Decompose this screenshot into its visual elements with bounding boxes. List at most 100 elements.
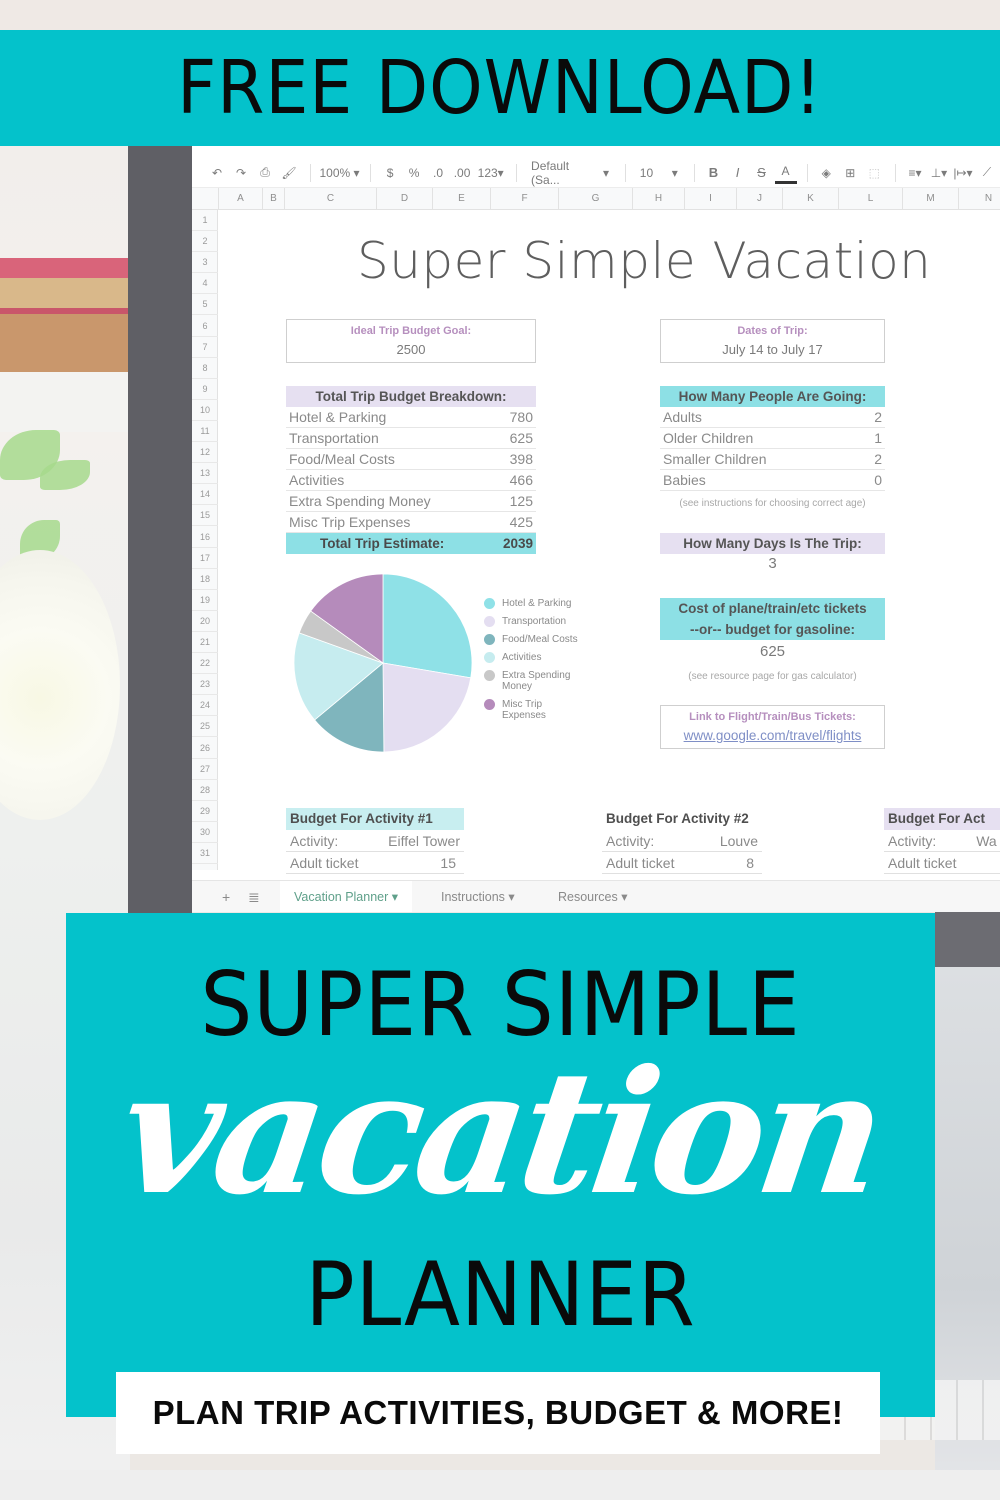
tickets-link[interactable]: www.google.com/travel/flights	[684, 728, 862, 743]
column-header[interactable]: D	[376, 188, 432, 210]
column-header[interactable]: A	[218, 188, 262, 210]
row-header[interactable]: 23	[192, 674, 218, 696]
ticket-row[interactable]: Adult ticket 8	[602, 852, 762, 874]
legend-label: Misc Trip Expenses	[502, 699, 546, 721]
merge-cells-icon[interactable]: ⬚	[863, 162, 885, 184]
row-header[interactable]: 7	[192, 337, 218, 358]
zoom-select[interactable]: 100% ▾	[319, 162, 361, 184]
row-header[interactable]: 9	[192, 379, 218, 400]
font-size-select[interactable]: 10 ▾	[634, 162, 684, 184]
ticket-value: 15	[440, 855, 456, 871]
column-header[interactable]: M	[902, 188, 958, 210]
decrease-decimal-button[interactable]: .0	[427, 162, 449, 184]
row-header[interactable]: 21	[192, 632, 218, 653]
trip-days-value[interactable]: 3	[660, 555, 885, 572]
column-header[interactable]: L	[838, 188, 902, 210]
people-row[interactable]: Older Children 1	[660, 428, 885, 449]
text-wrap-icon[interactable]: |↦▾	[952, 162, 974, 184]
row-header[interactable]: 17	[192, 548, 218, 569]
column-header[interactable]: I	[684, 188, 736, 210]
undo-icon[interactable]: ↶	[206, 162, 228, 184]
tab-vacation-planner[interactable]: Vacation Planner ▾	[280, 881, 413, 912]
budget-row[interactable]: Misc Trip Expenses 425	[286, 512, 536, 533]
add-sheet-icon[interactable]: +	[222, 881, 230, 912]
percent-format-button[interactable]: %	[403, 162, 425, 184]
row-header[interactable]: 31	[192, 843, 218, 864]
row-header[interactable]: 30	[192, 822, 218, 843]
column-header[interactable]: B	[262, 188, 284, 210]
paint-format-icon[interactable]: 🖌	[278, 162, 300, 184]
trip-dates-box[interactable]: Dates of Trip: July 14 to July 17	[660, 319, 885, 363]
ticket-row[interactable]: Adult ticket	[884, 852, 1000, 874]
currency-format-button[interactable]: $	[379, 162, 401, 184]
row-header[interactable]: 24	[192, 695, 218, 717]
ticket-row[interactable]: Adult ticket 15	[286, 852, 464, 874]
people-row[interactable]: Babies 0	[660, 470, 885, 491]
bold-button[interactable]: B	[703, 162, 725, 184]
vertical-align-icon[interactable]: ⊥▾	[928, 162, 950, 184]
strikethrough-button[interactable]: S	[751, 162, 773, 184]
column-header[interactable]: J	[736, 188, 782, 210]
column-header[interactable]: H	[632, 188, 684, 210]
tickets-value[interactable]: 625	[660, 643, 885, 660]
row-header[interactable]: 22	[192, 653, 218, 675]
row-header[interactable]: 8	[192, 358, 218, 379]
budget-goal-box[interactable]: Ideal Trip Budget Goal: 2500	[286, 319, 536, 363]
fill-color-icon[interactable]: ◈	[815, 162, 837, 184]
all-sheets-icon[interactable]: ≣	[248, 881, 260, 912]
row-header[interactable]: 12	[192, 442, 218, 464]
budget-row[interactable]: Food/Meal Costs 398	[286, 449, 536, 470]
number-format-select[interactable]: 123 ▾	[475, 162, 506, 184]
row-header[interactable]: 28	[192, 780, 218, 801]
column-header[interactable]: C	[284, 188, 376, 210]
column-header[interactable]: G	[558, 188, 632, 210]
increase-decimal-button[interactable]: .00	[451, 162, 473, 184]
budget-row[interactable]: Activities 466	[286, 470, 536, 491]
people-row[interactable]: Adults 2	[660, 407, 885, 428]
row-header[interactable]: 14	[192, 484, 218, 506]
redo-icon[interactable]: ↷	[230, 162, 252, 184]
tab-resources[interactable]: Resources ▾	[544, 881, 642, 912]
row-header[interactable]: 26	[192, 738, 218, 759]
people-note: (see instructions for choosing correct a…	[679, 498, 866, 509]
row-header[interactable]: 10	[192, 400, 218, 421]
text-rotate-icon[interactable]: ⟋	[976, 162, 998, 184]
italic-button[interactable]: I	[727, 162, 749, 184]
row-header[interactable]: 11	[192, 421, 218, 442]
row-header[interactable]: 4	[192, 273, 218, 295]
column-header[interactable]: E	[432, 188, 490, 210]
row-header[interactable]: 6	[192, 316, 218, 337]
row-header[interactable]: 16	[192, 527, 218, 548]
column-header[interactable]: K	[782, 188, 838, 210]
row-header[interactable]: 13	[192, 463, 218, 485]
row-header[interactable]: 29	[192, 801, 218, 822]
column-header[interactable]: N	[958, 188, 1000, 210]
text-color-button[interactable]: A	[774, 162, 797, 184]
activity-row[interactable]: Activity: Louve	[602, 830, 762, 852]
borders-icon[interactable]: ⊞	[839, 162, 861, 184]
activity-row[interactable]: Activity: Wa	[884, 830, 1000, 852]
people-row-value: 2	[874, 409, 882, 425]
row-header[interactable]: 25	[192, 716, 218, 738]
people-row[interactable]: Smaller Children 2	[660, 449, 885, 470]
row-header[interactable]: 5	[192, 294, 218, 316]
legend-swatch	[484, 652, 495, 663]
activity-row[interactable]: Activity: Eiffel Tower	[286, 830, 464, 852]
budget-row[interactable]: Extra Spending Money 125	[286, 491, 536, 512]
budget-row[interactable]: Hotel & Parking 780	[286, 407, 536, 428]
column-header[interactable]: F	[490, 188, 558, 210]
horizontal-align-icon[interactable]: ≡▾	[904, 162, 926, 184]
row-header[interactable]: 20	[192, 611, 218, 632]
row-header[interactable]: 27	[192, 759, 218, 780]
tab-instructions[interactable]: Instructions ▾	[427, 881, 529, 912]
print-icon[interactable]: ⎙	[254, 162, 276, 184]
row-header[interactable]: 1	[192, 210, 218, 231]
font-select[interactable]: Default (Sa... ▾	[525, 159, 615, 187]
row-header[interactable]: 18	[192, 569, 218, 590]
budget-row[interactable]: Transportation 625	[286, 428, 536, 449]
monitor-bezel	[935, 912, 1000, 967]
row-header[interactable]: 19	[192, 590, 218, 611]
row-header[interactable]: 15	[192, 505, 218, 527]
row-header[interactable]: 3	[192, 252, 218, 274]
row-header[interactable]: 2	[192, 231, 218, 253]
